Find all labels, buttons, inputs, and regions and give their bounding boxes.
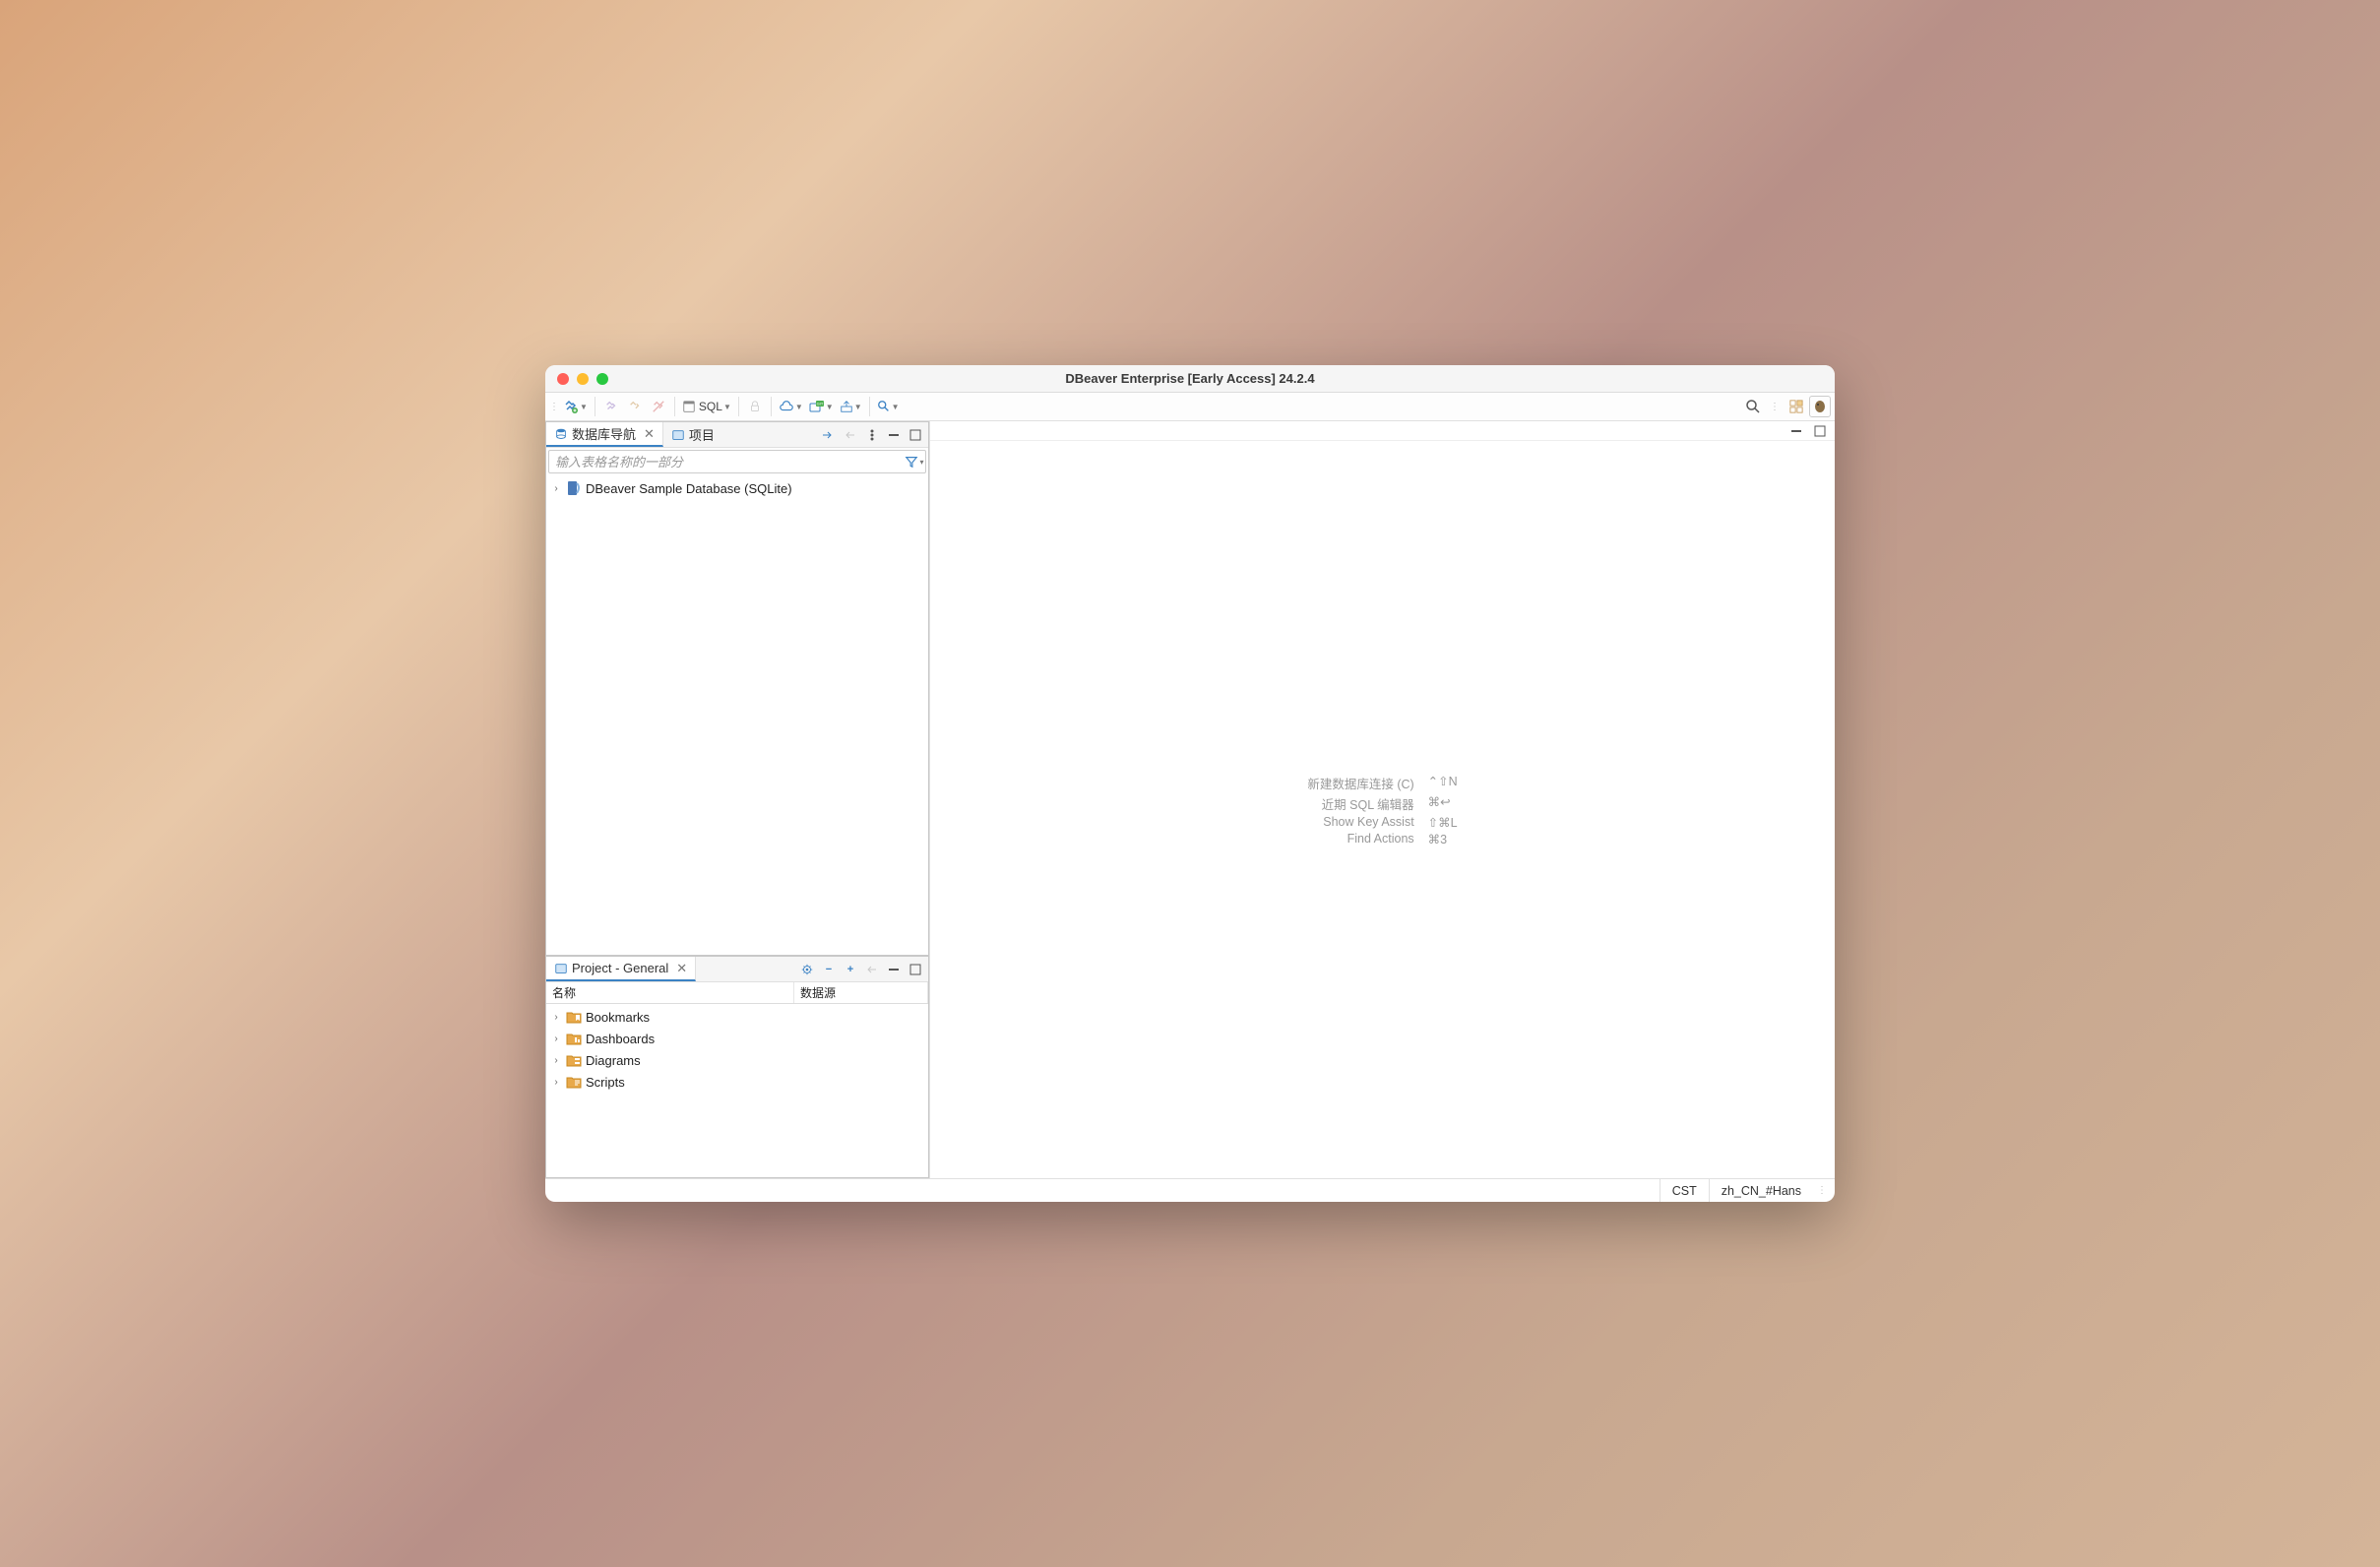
chevron-right-icon[interactable]: › [550,483,562,494]
maximize-panel-button[interactable] [907,961,924,978]
chevron-right-icon[interactable]: › [550,1012,562,1023]
tab-project-general[interactable]: Project - General ✕ [546,957,696,981]
chevron-right-icon[interactable]: › [550,1055,562,1066]
shortcut-key: ⌘↩ [1428,794,1458,813]
tree-item-label: Diagrams [586,1053,641,1068]
disconnect-all-button[interactable] [648,396,669,417]
tree-item-sample-db[interactable]: › DBeaver Sample Database (SQLite) [546,477,928,499]
sqlite-icon [566,480,582,496]
tree-item-bookmarks[interactable]: › Bookmarks [546,1006,928,1028]
shortcut-label: 新建数据库连接 (C) [1307,774,1413,792]
maximize-editor-button[interactable] [1811,422,1829,440]
diagrams-folder-icon [566,1053,582,1067]
tree-item-diagrams[interactable]: › Diagrams [546,1049,928,1071]
project-columns: 名称 数据源 [546,982,928,1004]
shortcut-hints: 新建数据库连接 (C) ⌃⇧N 近期 SQL 编辑器 ⌘↩ Show Key A… [1307,774,1457,846]
new-connection-button[interactable]: ▼ [561,396,590,417]
scripts-folder-icon [566,1075,582,1089]
search-toolbar-button[interactable]: ▼ [875,396,902,417]
left-panel: 数据库导航 ✕ 项目 [545,421,930,1178]
connect-button[interactable] [600,396,622,417]
tree-item-label: Dashboards [586,1032,655,1046]
shortcut-label: Find Actions [1307,832,1413,846]
view-menu-button[interactable] [863,426,881,444]
statusbar: CST zh_CN_#Hans ⋮ [545,1178,1835,1202]
maximize-window-button[interactable] [596,373,608,385]
link-button[interactable] [863,961,881,978]
editor-header [930,421,1835,441]
editor-area: 新建数据库连接 (C) ⌃⇧N 近期 SQL 编辑器 ⌘↩ Show Key A… [930,421,1835,1178]
table-search-input[interactable] [549,455,904,470]
filter-button[interactable]: ▾ [904,451,925,472]
titlebar: DBeaver Enterprise [Early Access] 24.2.4 [545,365,1835,393]
shortcut-key: ⌘3 [1428,832,1458,846]
export-button[interactable]: ▼ [838,396,864,417]
tree-item-dashboards[interactable]: › Dashboards [546,1028,928,1049]
tab-db-nav-label: 数据库导航 [572,424,636,443]
project-tree[interactable]: › Bookmarks › Dashboards › Diagrams [546,1004,928,1177]
status-locale[interactable]: zh_CN_#Hans [1709,1179,1813,1202]
disconnect-button[interactable] [624,396,646,417]
db-navigator-panel: 数据库导航 ✕ 项目 [545,421,929,956]
bookmarks-folder-icon [566,1010,582,1024]
git-button[interactable]: GIT ▼ [807,396,836,417]
close-icon[interactable]: ✕ [676,961,687,976]
dbeaver-perspective-button[interactable] [1809,396,1831,417]
svg-text:GIT: GIT [816,402,823,407]
shortcut-key: ⇧⌘L [1428,815,1458,830]
minimize-window-button[interactable] [577,373,589,385]
collapse-button[interactable]: − [820,961,838,978]
tab-project[interactable]: 项目 [663,422,722,447]
app-window: DBeaver Enterprise [Early Access] 24.2.4… [545,365,1835,1202]
sql-label: SQL [699,400,722,413]
minimize-panel-button[interactable] [885,961,903,978]
tab-project-label: 项目 [689,425,715,444]
status-timezone[interactable]: CST [1660,1179,1709,1202]
maximize-panel-button[interactable] [907,426,924,444]
sql-editor-button[interactable]: SQL ▼ [680,396,733,417]
tree-item-label: Scripts [586,1075,625,1090]
cloud-button[interactable]: ▼ [777,396,805,417]
global-search-button[interactable] [1742,396,1764,417]
minimize-panel-button[interactable] [885,426,903,444]
search-row: ▾ [548,450,926,473]
perspective-button[interactable] [1785,396,1807,417]
lock-button[interactable] [744,396,766,417]
project-panel: Project - General ✕ − + 名称 数据源 [545,956,929,1178]
shortcut-label: Show Key Assist [1307,815,1413,830]
nav-tab-header: 数据库导航 ✕ 项目 [546,422,928,448]
close-window-button[interactable] [557,373,569,385]
link-editor-button[interactable] [820,426,838,444]
configure-button[interactable] [798,961,816,978]
column-name[interactable]: 名称 [546,982,794,1003]
shortcut-label: 近期 SQL 编辑器 [1307,794,1413,813]
database-icon [554,427,568,441]
close-icon[interactable]: ✕ [644,426,655,442]
shortcut-key: ⌃⇧N [1428,774,1458,792]
db-tree[interactable]: › DBeaver Sample Database (SQLite) [546,475,928,955]
tree-item-scripts[interactable]: › Scripts [546,1071,928,1093]
column-datasource[interactable]: 数据源 [794,982,928,1003]
dashboards-folder-icon [566,1032,582,1045]
add-button[interactable]: + [842,961,859,978]
chevron-right-icon[interactable]: › [550,1034,562,1044]
project-tab-header: Project - General ✕ − + [546,957,928,982]
folder-icon [554,962,568,975]
tree-item-label: DBeaver Sample Database (SQLite) [586,481,792,496]
traffic-lights [545,373,608,385]
chevron-right-icon[interactable]: › [550,1077,562,1088]
editor-empty-state: 新建数据库连接 (C) ⌃⇧N 近期 SQL 编辑器 ⌘↩ Show Key A… [930,441,1835,1178]
refresh-button[interactable] [842,426,859,444]
minimize-editor-button[interactable] [1787,422,1805,440]
window-title: DBeaver Enterprise [Early Access] 24.2.4 [545,371,1835,386]
main-toolbar: ⋮ ▼ SQL ▼ ▼ GIT ▼ [545,393,1835,421]
folder-icon [671,428,685,442]
tree-item-label: Bookmarks [586,1010,650,1025]
tab-db-navigator[interactable]: 数据库导航 ✕ [546,422,663,447]
project-tab-label: Project - General [572,961,668,975]
main-area: 数据库导航 ✕ 项目 [545,421,1835,1178]
